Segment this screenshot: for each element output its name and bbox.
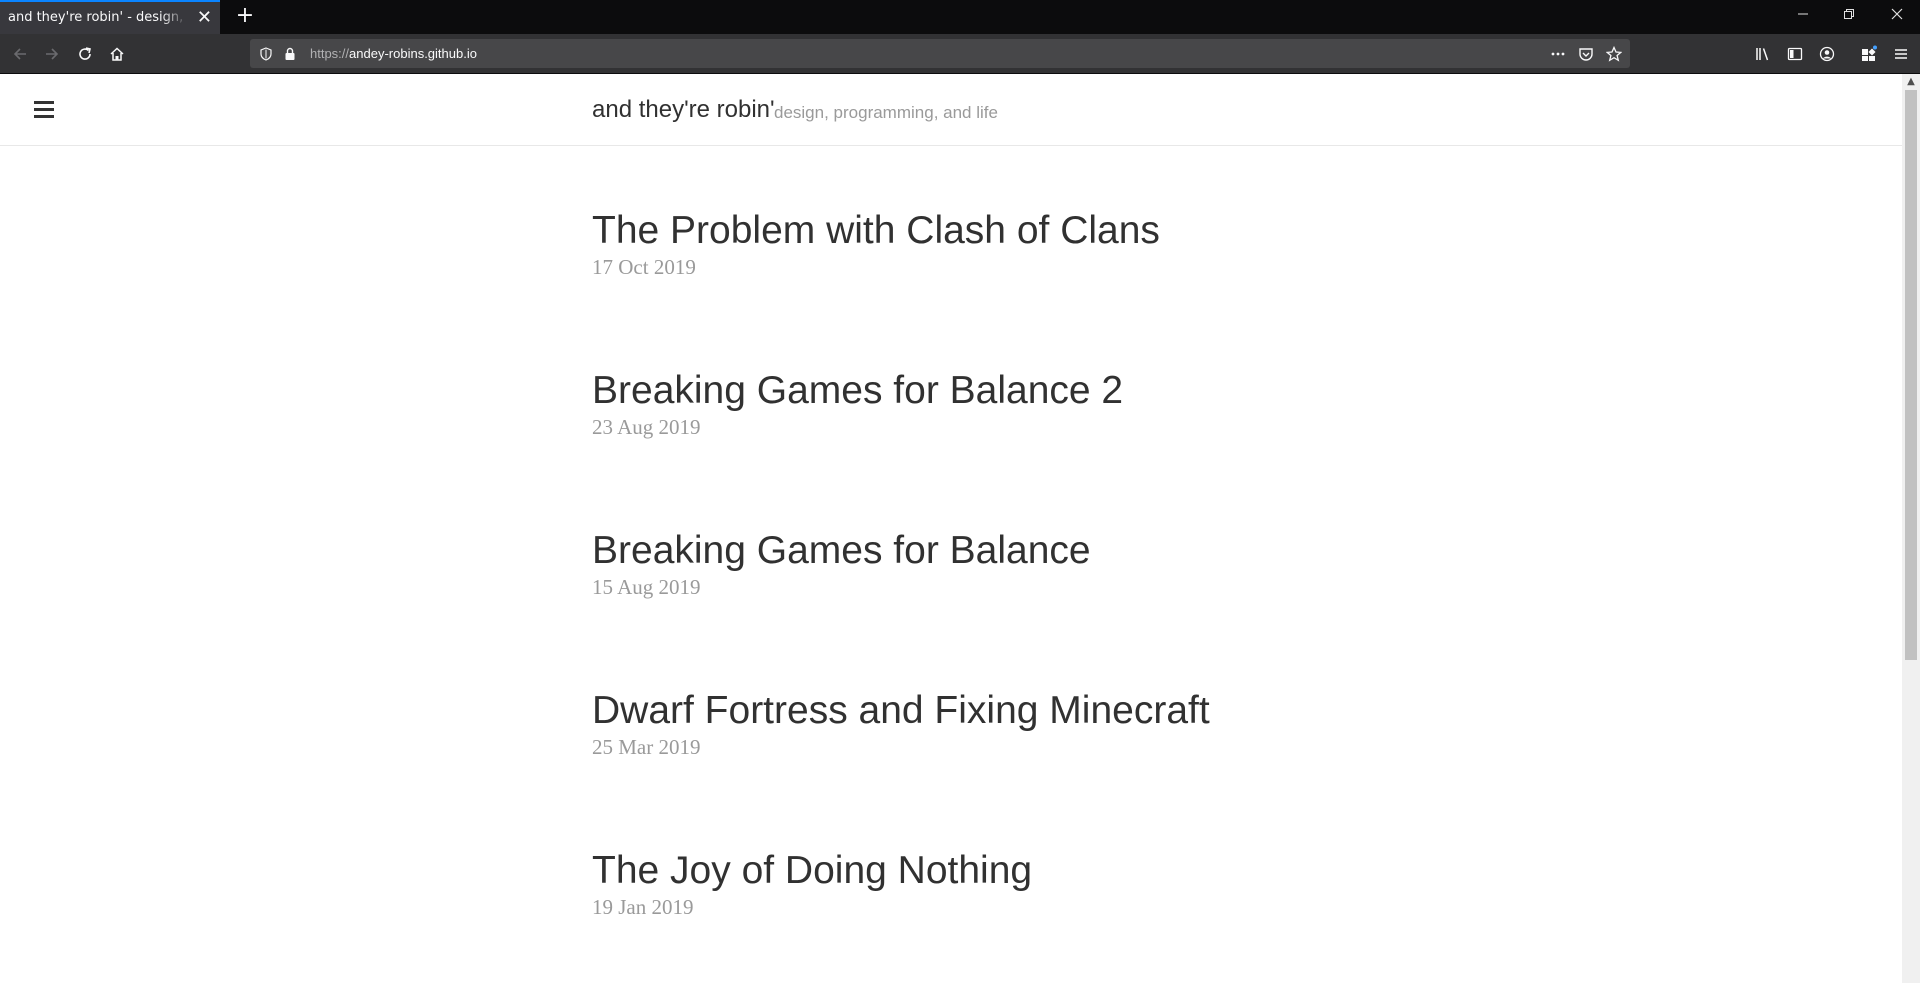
home-button[interactable]: [102, 39, 132, 69]
post-title[interactable]: The Problem with Clash of Clans: [592, 208, 1592, 254]
post-date: 25 Mar 2019: [592, 735, 701, 759]
post-title[interactable]: Dwarf Fortress and Fixing Minecraft: [592, 688, 1592, 734]
post-item: The Joy of Doing Nothing 19 Jan 2019: [592, 848, 1592, 920]
vertical-scrollbar[interactable]: ▲: [1902, 74, 1920, 983]
pocket-icon[interactable]: [1576, 44, 1596, 64]
reload-icon: [79, 47, 91, 60]
lock-icon[interactable]: [280, 44, 300, 64]
url-host: andey-robins.github.io: [349, 46, 477, 61]
scroll-up-arrow-icon[interactable]: ▲: [1902, 74, 1920, 90]
site-title[interactable]: and they're robin': [592, 96, 775, 124]
url-scheme: https://: [310, 46, 350, 61]
page-actions-icon[interactable]: [1548, 44, 1568, 64]
restore-button[interactable]: [1826, 0, 1872, 34]
minimize-button[interactable]: [1780, 0, 1826, 34]
masthead: and they're robin' design, programming, …: [0, 74, 1902, 146]
hamburger-menu-icon[interactable]: [32, 98, 58, 120]
reload-button[interactable]: [70, 39, 100, 69]
post-item: Breaking Games for Balance 15 Aug 2019: [592, 528, 1592, 600]
post-date: 17 Oct 2019: [592, 255, 696, 279]
post-title[interactable]: Breaking Games for Balance: [592, 528, 1592, 574]
post-date: 15 Aug 2019: [592, 575, 701, 599]
page-viewport: and they're robin' design, programming, …: [0, 74, 1920, 983]
forward-arrow-icon: [46, 48, 59, 60]
post-item: Breaking Games for Balance 2 23 Aug 2019: [592, 368, 1592, 440]
account-icon[interactable]: [1812, 39, 1842, 69]
home-icon: [110, 47, 124, 61]
tracking-shield-icon[interactable]: [256, 44, 276, 64]
close-icon: [1891, 8, 1903, 20]
library-icon[interactable]: [1748, 39, 1778, 69]
post-title[interactable]: The Joy of Doing Nothing: [592, 848, 1592, 894]
post-title[interactable]: Breaking Games for Balance 2: [592, 368, 1592, 414]
restore-icon: [1844, 9, 1854, 19]
post-item: The Problem with Clash of Clans 17 Oct 2…: [592, 208, 1592, 280]
tab-title: and they're robin' - design, programming…: [8, 10, 188, 25]
navigation-toolbar: https://andey-robins.github.io: [0, 34, 1920, 74]
new-tab-button[interactable]: +: [230, 0, 260, 34]
post-date: 23 Aug 2019: [592, 415, 701, 439]
back-arrow-icon: [13, 48, 26, 60]
close-tab-icon[interactable]: ✕: [197, 1, 212, 35]
tab-strip: and they're robin' - design, programming…: [0, 0, 1920, 34]
post-item: Dwarf Fortress and Fixing Minecraft 25 M…: [592, 688, 1592, 760]
extensions-icon[interactable]: [1854, 39, 1884, 69]
active-tab[interactable]: and they're robin' - design, programming…: [0, 0, 220, 34]
post-date: 19 Jan 2019: [592, 895, 694, 919]
menu-icon[interactable]: [1886, 39, 1916, 69]
address-bar[interactable]: https://andey-robins.github.io: [250, 39, 1630, 68]
scrollbar-thumb[interactable]: [1905, 90, 1917, 660]
back-button[interactable]: [5, 39, 35, 69]
sidebar-icon[interactable]: [1780, 39, 1810, 69]
site-tagline: design, programming, and life: [774, 103, 998, 122]
close-window-button[interactable]: [1874, 0, 1920, 34]
minimize-icon: [1798, 13, 1808, 15]
url-text[interactable]: https://andey-robins.github.io: [310, 39, 477, 68]
forward-button[interactable]: [37, 39, 67, 69]
bookmark-star-icon[interactable]: [1604, 44, 1624, 64]
